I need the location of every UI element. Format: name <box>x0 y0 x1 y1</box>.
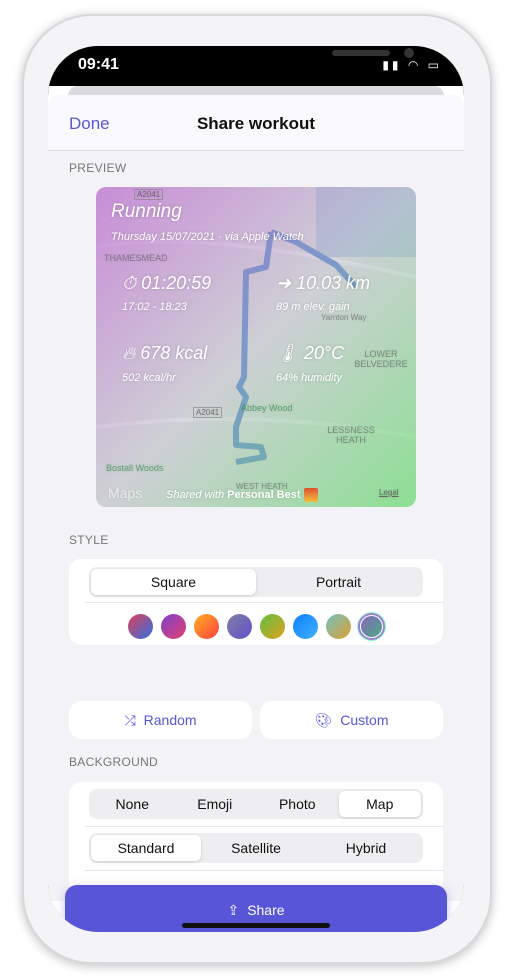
color-swatch[interactable] <box>227 614 252 639</box>
share-sheet: Done Share workout PREVIEW THAMESMEAD Ya… <box>48 95 464 932</box>
status-time: 09:41 <box>78 56 119 73</box>
map-label: THAMESMEAD <box>104 253 168 263</box>
apple-maps-logo: Maps <box>108 485 143 501</box>
map-label: LOWER BELVEDERE <box>354 349 408 369</box>
thermometer-icon: 🌡︎ <box>276 343 299 363</box>
time-range: 17:02 - 18:23 <box>122 301 187 313</box>
shape-segmented-control: Square Portrait <box>89 567 423 597</box>
activity-title: Running <box>111 201 182 222</box>
signal-wifi-battery-icon: ▮▮ ◠ ▭ <box>382 58 442 72</box>
notch <box>152 46 414 78</box>
map-label: Abbey Wood <box>241 403 293 413</box>
palette-icon: 🎨︎ <box>314 711 333 728</box>
segment-portrait[interactable]: Portrait <box>256 569 421 595</box>
page-title: Share workout <box>196 114 316 133</box>
status-bar: 09:41 ▮▮ ◠ ▭ <box>48 46 464 86</box>
random-button[interactable]: ⤮ Random <box>69 701 252 739</box>
segment-satellite[interactable]: Satellite <box>201 835 311 861</box>
style-label: STYLE <box>69 533 109 547</box>
background-label: BACKGROUND <box>69 755 159 769</box>
elevation-gain: 89 m elev. gain <box>276 301 350 313</box>
stopwatch-icon: ⏱ <box>122 273 137 293</box>
map-label: LESSNESS HEATH <box>327 425 375 445</box>
calorie-rate: 502 kcal/hr <box>122 372 176 384</box>
arrow-circle-icon: ➜ <box>276 273 292 293</box>
calories-value: 🔥︎ 678 kcal <box>122 343 208 363</box>
device-bezel: 09:41 ▮▮ ◠ ▭ Done Share workout PREVIEW … <box>48 46 464 932</box>
duration-value: ⏱ 01:20:59 <box>122 273 212 293</box>
flame-icon: 🔥︎ <box>122 343 136 363</box>
home-indicator <box>182 923 330 928</box>
preview-label: PREVIEW <box>69 161 127 175</box>
workout-preview: THAMESMEAD Yarnton Way LOWER BELVEDERE A… <box>96 187 416 507</box>
map-label: A2041 <box>134 189 164 200</box>
app-logo-icon <box>303 488 318 502</box>
color-swatch[interactable] <box>293 614 318 639</box>
distance-value: ➜ 10.03 km <box>276 273 371 293</box>
map-type-control: Standard Satellite Hybrid <box>89 833 423 863</box>
segment-map[interactable]: Map <box>338 791 421 817</box>
custom-button[interactable]: 🎨︎ Custom <box>260 701 443 739</box>
style-card: Square Portrait <box>69 559 443 645</box>
humidity-value: 64% humidity <box>276 372 343 384</box>
shuffle-icon: ⤮ <box>124 711 136 728</box>
map-label: Bostall Woods <box>106 463 164 473</box>
temperature-value: 🌡︎ 20°C <box>276 343 345 363</box>
segment-photo[interactable]: Photo <box>256 791 339 817</box>
map-label: Yarnton Way <box>321 313 367 322</box>
background-type-control: None Emoji Photo Map <box>89 789 423 819</box>
segment-standard[interactable]: Standard <box>91 835 201 861</box>
screen: 09:41 ▮▮ ◠ ▭ Done Share workout PREVIEW … <box>48 46 464 932</box>
segment-hybrid[interactable]: Hybrid <box>311 835 421 861</box>
nav-bar: Done Share workout <box>48 95 464 151</box>
shared-with-text: Shared with Personal Best <box>166 488 318 502</box>
legal-link[interactable]: Legal <box>379 488 399 497</box>
color-swatch[interactable] <box>358 613 385 640</box>
color-swatch[interactable] <box>128 614 153 639</box>
color-swatch[interactable] <box>161 614 186 639</box>
activity-subtitle: Thursday 15/07/2021 · via Apple Watch <box>111 231 304 243</box>
share-icon: ⇪ <box>227 901 240 918</box>
color-swatch[interactable] <box>326 614 351 639</box>
segment-none[interactable]: None <box>91 791 174 817</box>
map-label: A2041 <box>193 407 223 418</box>
color-swatch[interactable] <box>194 614 219 639</box>
color-swatch[interactable] <box>260 614 285 639</box>
segment-emoji[interactable]: Emoji <box>174 791 257 817</box>
segment-square[interactable]: Square <box>91 569 256 595</box>
